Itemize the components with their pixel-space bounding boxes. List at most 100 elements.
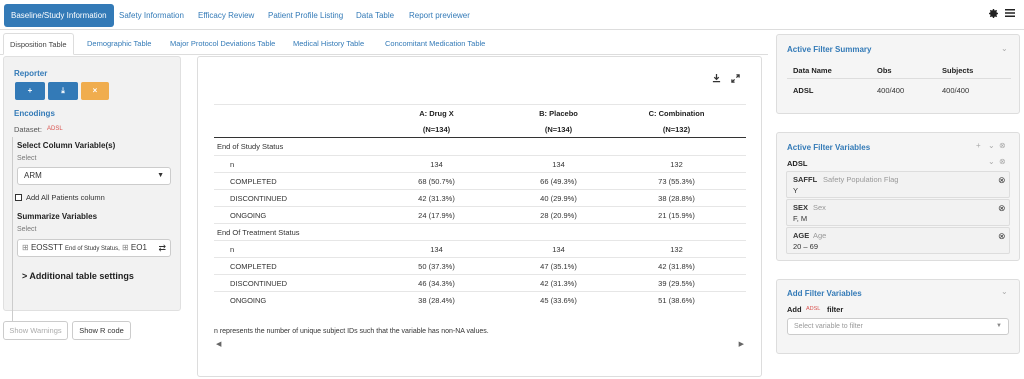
- row-label: ONGOING: [230, 211, 267, 220]
- row-value: 38 (28.8%): [658, 194, 695, 203]
- row-label: COMPLETED: [230, 262, 277, 271]
- filter-card-age[interactable]: AGE Age 20 – 69 ⊗: [786, 227, 1010, 254]
- encodings-divider: [12, 137, 13, 335]
- top-navigation: Baseline/Study Information Safety Inform…: [0, 0, 1024, 30]
- tab-medical-history-table[interactable]: Medical History Table: [287, 33, 370, 55]
- tab-major-protocol-deviations-table[interactable]: Major Protocol Deviations Table: [164, 33, 281, 55]
- additional-settings-toggle[interactable]: > Additional table settings: [22, 271, 134, 281]
- row-value: 21 (15.9%): [658, 211, 695, 220]
- column-header-combination: C: Combination: [648, 109, 705, 118]
- remove-filter-icon[interactable]: ⊗: [998, 231, 1006, 242]
- row-value: 134: [430, 245, 443, 254]
- chevron-down-icon[interactable]: ⌄: [1001, 287, 1008, 296]
- dataset-label: Dataset:: [14, 125, 42, 134]
- row-value: 134: [552, 245, 565, 254]
- row-label: n: [230, 245, 235, 254]
- filter-variable-desc: Sex: [813, 203, 826, 212]
- row-value: 42 (31.3%): [418, 194, 455, 203]
- active-filter-summary-title[interactable]: Active Filter Summary: [787, 45, 871, 54]
- table-row: n 134 134 132: [214, 155, 746, 172]
- caret-down-icon: ▼: [157, 172, 164, 179]
- summarize-variables-label: Summarize Variables: [17, 212, 98, 221]
- remove-all-filters-icon[interactable]: ⊗: [999, 141, 1006, 150]
- active-filter-variables-panel: Active Filter Variables + ⌄ ⊗ ADSL ⌄ ⊗ S…: [776, 132, 1020, 261]
- chevron-down-icon[interactable]: ⌄: [988, 141, 995, 150]
- tab-safety-information[interactable]: Safety Information: [112, 4, 191, 27]
- column-header-drug-x: A: Drug X: [419, 109, 454, 118]
- remove-filter-icon[interactable]: ⊗: [998, 175, 1006, 186]
- add-filter-dataset-badge: ADSL: [806, 306, 821, 312]
- horizontal-scrollbar[interactable]: ◀ ▶: [214, 340, 746, 350]
- column-variable-label: Select Column Variable(s): [17, 141, 116, 150]
- add-filter-icon[interactable]: +: [976, 141, 981, 150]
- chevron-down-icon[interactable]: ⌄: [1001, 44, 1008, 53]
- tab-efficacy-review[interactable]: Efficacy Review: [191, 4, 261, 27]
- column-variable-select[interactable]: ARM ▼: [17, 167, 171, 185]
- download-icon[interactable]: [712, 74, 721, 85]
- summary-row-obs: 400/400: [877, 86, 905, 95]
- scroll-right-icon[interactable]: ▶: [739, 340, 744, 348]
- row-value: 40 (29.9%): [540, 194, 577, 203]
- row-label: DISCONTINUED: [230, 194, 288, 203]
- row-value: 39 (29.5%): [658, 279, 695, 288]
- add-to-report-button[interactable]: +: [15, 82, 45, 100]
- row-label: End Of Treatment Status: [217, 228, 300, 237]
- show-r-code-button[interactable]: Show R code: [72, 321, 131, 340]
- tab-demographic-table[interactable]: Demographic Table: [81, 33, 157, 55]
- summarize-variables-select[interactable]: ⊞ EOSSTT End of Study Status, ⊞ EO1 ⇄: [17, 239, 171, 257]
- row-value: 68 (50.7%): [418, 177, 455, 186]
- scroll-left-icon[interactable]: ◀: [216, 340, 221, 348]
- filter-variable-value: 20 – 69: [793, 242, 819, 251]
- summary-header-obs: Obs: [877, 66, 892, 75]
- gear-icon[interactable]: [988, 8, 999, 22]
- column-n-placebo: (N=134): [544, 125, 573, 134]
- encodings-label: Encodings: [14, 109, 55, 118]
- summarize-value-more: EO1: [130, 243, 147, 252]
- row-value: 134: [552, 160, 565, 169]
- show-warnings-button[interactable]: Show Warnings: [3, 321, 68, 340]
- swap-icon[interactable]: ⇄: [156, 240, 166, 256]
- filter-card-sex[interactable]: SEX Sex F, M ⊗: [786, 199, 1010, 226]
- reset-report-button[interactable]: ×: [81, 82, 109, 100]
- encodings-panel: Reporter + ⤓ × Encodings Dataset: ADSL S…: [3, 56, 181, 335]
- add-filter-select[interactable]: Select variable to filter ▼: [787, 318, 1009, 335]
- tab-report-previewer[interactable]: Report previewer: [402, 4, 477, 27]
- active-filter-variables-title[interactable]: Active Filter Variables: [787, 143, 870, 152]
- tab-baseline-study-information[interactable]: Baseline/Study Information: [4, 4, 114, 27]
- column-variable-hint: Select: [17, 155, 37, 162]
- row-value: 28 (20.9%): [540, 211, 577, 220]
- filter-variable-value: F, M: [793, 214, 808, 223]
- tab-concomitant-medication-table[interactable]: Concomitant Medication Table: [379, 33, 491, 55]
- add-filter-variables-title[interactable]: Add Filter Variables: [787, 289, 862, 298]
- tab-disposition-table[interactable]: Disposition Table: [3, 33, 74, 55]
- table-n-row: (N=134) (N=134) (N=132): [214, 121, 746, 138]
- dataset-badge: ADSL: [47, 126, 63, 132]
- tab-data-table[interactable]: Data Table: [349, 4, 401, 27]
- variable-type-icon: ⊞: [22, 243, 29, 252]
- filter-variable-desc: Age: [813, 231, 827, 240]
- table-row: ONGOING 38 (28.4%) 45 (33.6%) 51 (38.6%): [214, 291, 746, 308]
- add-all-patients-label: Add All Patients column: [26, 193, 105, 202]
- table-footnote: n represents the number of unique subjec…: [214, 328, 489, 335]
- tab-patient-profile-listing[interactable]: Patient Profile Listing: [261, 4, 350, 27]
- row-label: ONGOING: [230, 296, 267, 305]
- row-value: 42 (31.3%): [540, 279, 577, 288]
- filter-variable-name: SAFFL: [793, 175, 818, 184]
- row-label: DISCONTINUED: [230, 279, 288, 288]
- chevron-down-icon[interactable]: ⌄: [988, 157, 995, 166]
- download-report-button[interactable]: ⤓: [48, 82, 78, 100]
- table-panel: A: Drug X B: Placebo C: Combination (N=1…: [197, 56, 762, 377]
- remove-filter-icon[interactable]: ⊗: [998, 203, 1006, 214]
- hamburger-menu-icon[interactable]: [1005, 8, 1015, 21]
- table-row: n 134 134 132: [214, 240, 746, 257]
- remove-dataset-filters-icon[interactable]: ⊗: [999, 157, 1006, 166]
- add-all-patients-checkbox[interactable]: [15, 194, 22, 201]
- table-row: COMPLETED 50 (37.3%) 47 (35.1%) 42 (31.8%): [214, 257, 746, 274]
- column-n-drug-x: (N=134): [422, 125, 451, 134]
- row-value: 46 (34.3%): [418, 279, 455, 288]
- summary-header-subjects: Subjects: [942, 66, 974, 75]
- add-filter-placeholder: Select variable to filter: [794, 323, 863, 330]
- caret-down-icon: ▼: [996, 323, 1002, 329]
- expand-icon[interactable]: [731, 74, 740, 85]
- filter-card-saffl[interactable]: SAFFL Safety Population Flag Y ⊗: [786, 171, 1010, 198]
